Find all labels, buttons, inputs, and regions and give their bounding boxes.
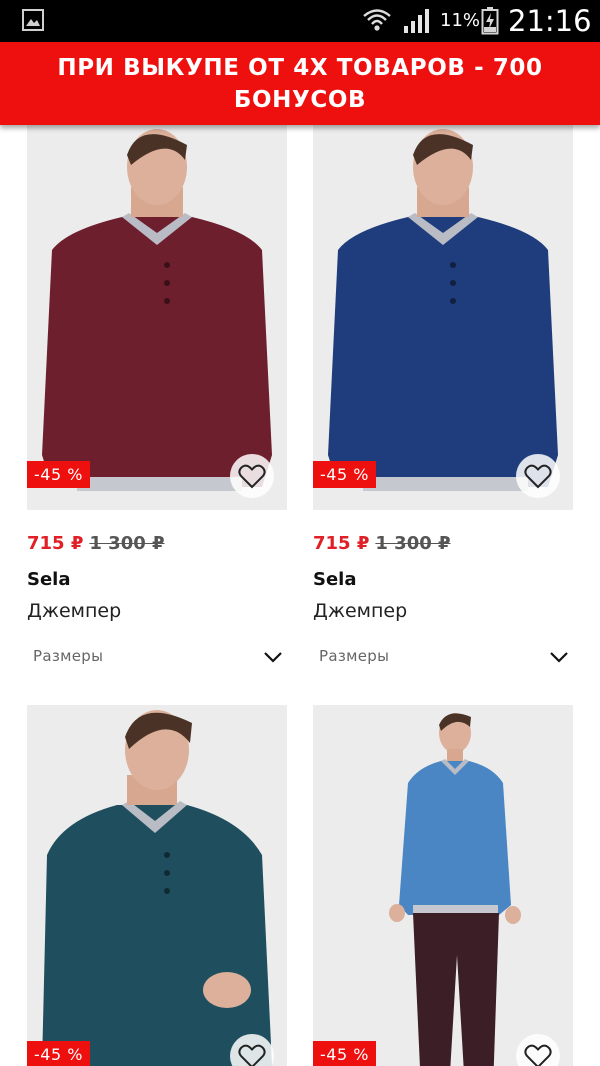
model-photo <box>313 705 573 1066</box>
price-old: 1 300 ₽ <box>89 533 165 554</box>
chevron-down-icon <box>264 652 282 663</box>
sizes-label: Размеры <box>319 647 390 665</box>
discount-badge: -45 % <box>27 1041 90 1066</box>
signal-icon <box>404 9 429 33</box>
product-name[interactable]: Джемпер <box>27 598 287 624</box>
wishlist-button[interactable] <box>516 454 560 498</box>
garment-body <box>328 217 558 487</box>
price-old: 1 300 ₽ <box>375 533 451 554</box>
price-current: 715 ₽ <box>27 533 84 554</box>
product-image[interactable]: -45 % <box>313 705 573 1066</box>
chevron-down-icon <box>550 652 568 663</box>
garment-body <box>42 805 272 1066</box>
product-image[interactable]: -45 % <box>27 705 287 1066</box>
product-brand[interactable]: Sela <box>27 568 287 592</box>
product-name[interactable]: Джемпер <box>313 598 573 624</box>
sizes-dropdown[interactable]: Размеры <box>313 645 573 671</box>
model-photo <box>27 125 287 510</box>
promo-text: ПРИ ВЫКУПЕ ОТ 4Х ТОВАРОВ - 700 БОНУСОВ <box>57 54 543 113</box>
product-image[interactable]: -45 % <box>27 125 287 510</box>
discount-badge: -45 % <box>313 461 376 488</box>
model-photo <box>313 125 573 510</box>
price-row: 715 ₽1 300 ₽ <box>313 531 573 557</box>
status-bar: 11% 21:16 <box>0 0 600 42</box>
garment-body <box>399 761 511 915</box>
discount-badge: -45 % <box>313 1041 376 1066</box>
product-card[interactable]: -45 % <box>27 705 287 1066</box>
product-brand[interactable]: Sela <box>313 568 573 592</box>
price-row: 715 ₽1 300 ₽ <box>27 531 287 557</box>
product-image[interactable]: -45 % <box>313 125 573 510</box>
promo-banner[interactable]: ПРИ ВЫКУПЕ ОТ 4Х ТОВАРОВ - 700 БОНУСОВ <box>0 42 600 125</box>
wishlist-button[interactable] <box>230 454 274 498</box>
garment-body <box>42 217 272 487</box>
product-card[interactable]: -45 % 715 ₽1 300 ₽ Sela Джемпер Размеры <box>27 125 287 671</box>
heart-icon <box>238 1044 266 1066</box>
product-grid: -45 % 715 ₽1 300 ₽ Sela Джемпер Размеры <box>0 125 600 1066</box>
price-current: 715 ₽ <box>313 533 370 554</box>
model-photo <box>27 705 287 1066</box>
product-card[interactable]: -45 % 715 ₽1 300 ₽ Sela Джемпер Размеры <box>313 125 573 671</box>
heart-icon <box>524 464 552 489</box>
gallery-icon <box>22 9 44 31</box>
battery-charging-icon <box>481 7 499 35</box>
clock: 21:16 <box>508 4 592 38</box>
heart-icon <box>524 1044 552 1066</box>
product-card[interactable]: -45 % <box>313 705 573 1066</box>
sizes-dropdown[interactable]: Размеры <box>27 645 287 671</box>
heart-icon <box>238 464 266 489</box>
wifi-icon <box>363 9 391 31</box>
sizes-label: Размеры <box>33 647 104 665</box>
battery-percentage: 11% <box>440 10 481 31</box>
discount-badge: -45 % <box>27 461 90 488</box>
